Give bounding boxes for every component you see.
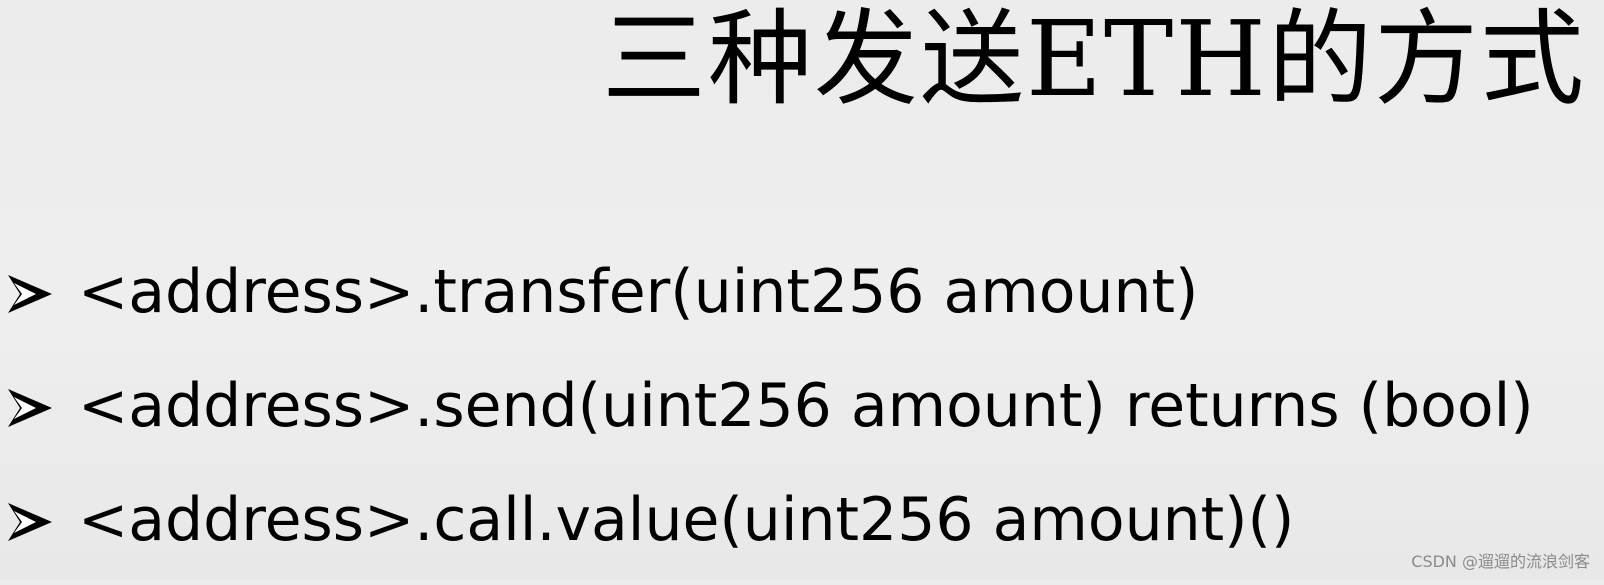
arrow-bullet-icon — [8, 275, 52, 313]
arrow-bullet-icon — [8, 503, 52, 541]
arrow-bullet-icon — [8, 389, 52, 427]
bullet-text: <address>.transfer(uint256 amount) — [78, 257, 1199, 327]
slide-title: 三种发送ETH的方式 — [602, 0, 1586, 120]
slide: 三种发送ETH的方式 <address>.transfer(uint256 am… — [0, 0, 1604, 580]
bullet-text: <address>.call.value(uint256 amount)() — [78, 485, 1295, 555]
bullet-text: <address>.send(uint256 amount) returns (… — [78, 371, 1534, 441]
watermark: CSDN @遛遛的流浪剑客 — [1411, 552, 1590, 571]
